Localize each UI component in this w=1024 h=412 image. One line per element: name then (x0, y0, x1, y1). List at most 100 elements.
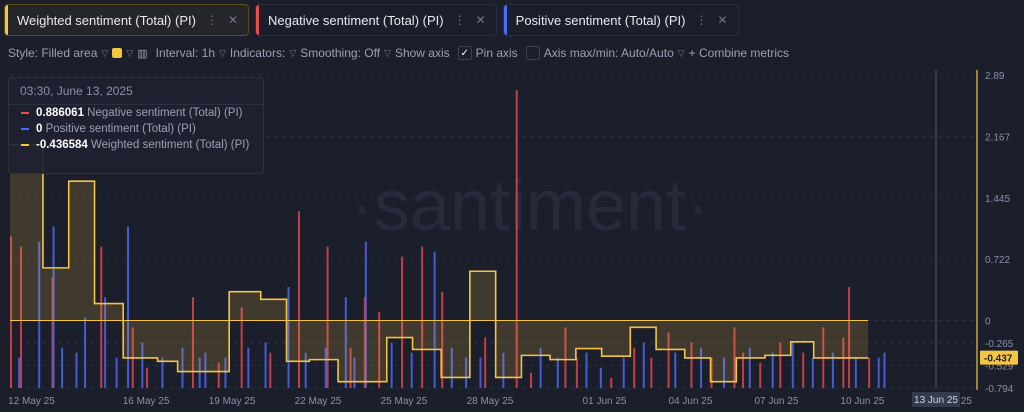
positive-bar (84, 317, 87, 388)
tab-positive-sentiment[interactable]: Positive sentiment (Total) (PI) ⋮ ✕ (502, 4, 739, 36)
style-dropdown[interactable]: Style: Filled area (8, 46, 97, 60)
positive-bar (854, 357, 857, 388)
calendar-icon: ▥ (137, 47, 148, 60)
combine-metrics-button[interactable]: + Combine metrics (689, 46, 789, 60)
x-tick-label: 12 May 25 (8, 396, 55, 407)
tab-label: Weighted sentiment (Total) (PI) (17, 12, 196, 28)
positive-bar (622, 357, 625, 388)
y-tick-label: -0.794 (985, 384, 1014, 395)
x-tick-label: 16 May 25 (123, 396, 170, 407)
x-tick-label: 28 May 25 (467, 396, 514, 407)
pin-axis-label: Pin axis (475, 46, 518, 60)
x-tick-label: 10 Jun 25 (840, 396, 884, 407)
positive-bar (433, 251, 436, 388)
tooltip-row-negative: 0.886061 Negative sentiment (Total) (PI) (9, 105, 263, 121)
positive-bar (791, 342, 794, 388)
negative-bar (633, 347, 636, 388)
positive-bar (264, 342, 267, 388)
negative-bar (269, 352, 272, 388)
negative-bar (484, 337, 487, 388)
positive-bar (410, 352, 413, 388)
x-tick-label: 22 May 25 (295, 396, 342, 407)
x-tick-label: 01 Jun 25 (583, 396, 627, 407)
positive-bar (61, 347, 64, 388)
tooltip-date: 03:30, June 13, 2025 (9, 78, 263, 105)
positive-bar (642, 342, 645, 388)
show-axis-label: Show axis (394, 46, 450, 60)
y-tick-label: 2.89 (985, 71, 1005, 82)
negative-bar (575, 357, 578, 388)
more-icon[interactable]: ⋮ (206, 13, 218, 27)
y-tick-label: -0.265 (985, 339, 1014, 350)
negative-bar (802, 352, 805, 388)
positive-bar (247, 347, 250, 388)
y-tick-label: 2.167 (985, 132, 1010, 143)
indicators-dropdown[interactable]: Indicators: (230, 46, 285, 60)
chevron-down-icon: ▽ (126, 47, 134, 58)
positive-bar (883, 352, 886, 388)
tab-negative-sentiment[interactable]: Negative sentiment (Total) (PI) ⋮ ✕ (255, 4, 497, 36)
positive-bar (161, 357, 164, 388)
close-icon[interactable]: ✕ (228, 13, 238, 27)
negative-bar (530, 372, 533, 388)
legend-marker (21, 143, 29, 146)
positive-bar (556, 357, 559, 388)
cursor-date: 13 Jun 25 (914, 395, 958, 406)
positive-bar (390, 342, 393, 388)
legend-marker (21, 127, 29, 130)
chevron-down-icon: ▽ (384, 47, 391, 58)
tooltip-label: Negative sentiment (Total) (PI) (87, 107, 243, 119)
negative-bar (868, 357, 871, 388)
x-tick-label: 25 May 25 (381, 396, 428, 407)
positive-bar (479, 357, 482, 388)
more-icon[interactable]: ⋮ (695, 13, 707, 27)
tab-label: Negative sentiment (Total) (PI) (268, 12, 444, 28)
pin-axis-checkbox[interactable] (525, 46, 540, 60)
chevron-down-icon: ▽ (289, 47, 297, 58)
negative-bar (650, 357, 653, 388)
positive-bar (771, 352, 774, 388)
tooltip-value: 0 (36, 123, 43, 135)
negative-bar (146, 367, 149, 388)
tooltip-label: Positive sentiment (Total) (PI) (45, 123, 196, 135)
positive-bar (127, 226, 130, 388)
tab-label: Positive sentiment (Total) (PI) (515, 12, 686, 28)
negative-bar (421, 246, 424, 388)
y-tick-label: 0 (985, 317, 991, 328)
color-swatch[interactable] (112, 48, 123, 58)
positive-bar (674, 352, 677, 388)
negative-bar (759, 362, 762, 388)
x-tick-label: 19 May 25 (209, 396, 256, 407)
smoothing-dropdown[interactable]: Smoothing: Off (300, 46, 380, 60)
show-axis-checkbox[interactable]: ✓ (457, 46, 472, 60)
tooltip-label: Weighted sentiment (Total) (PI) (91, 139, 250, 151)
chevron-down-icon: ▽ (677, 47, 685, 58)
current-value: -0.437 (984, 354, 1013, 365)
axis-maxmin-dropdown[interactable]: Axis max/min: Auto/Auto (544, 46, 674, 60)
negative-bar (610, 377, 613, 388)
positive-bar (75, 352, 78, 388)
y-tick-label: 0.722 (985, 255, 1010, 266)
tooltip-row-positive: 0 Positive sentiment (Total) (PI) (9, 121, 263, 137)
more-icon[interactable]: ⋮ (454, 13, 466, 27)
negative-bar (326, 246, 329, 388)
positive-bar (599, 367, 602, 388)
x-tick-label: 04 Jun 25 (669, 396, 713, 407)
legend-marker (21, 111, 29, 114)
close-icon[interactable]: ✕ (717, 13, 727, 27)
tooltip-row-weighted: -0.436584 Weighted sentiment (Total) (PI… (9, 137, 263, 153)
interval-dropdown[interactable]: Interval: 1h (156, 46, 215, 60)
positive-bar (877, 357, 880, 388)
y-tick-label: 1.445 (985, 194, 1010, 205)
close-icon[interactable]: ✕ (476, 13, 486, 27)
chevron-down-icon: ▽ (101, 47, 109, 58)
tab-weighted-sentiment[interactable]: Weighted sentiment (Total) (PI) ⋮ ✕ (4, 4, 250, 36)
tooltip-value: 0.886061 (36, 107, 84, 119)
x-tick-label: 07 Jun 25 (754, 396, 798, 407)
positive-bar (18, 357, 21, 388)
chevron-down-icon: ▽ (219, 47, 226, 58)
positive-bar (811, 357, 814, 388)
watermark: ·santiment· (350, 166, 710, 246)
positive-bar (115, 357, 118, 388)
tooltip-value: -0.436584 (36, 139, 88, 151)
